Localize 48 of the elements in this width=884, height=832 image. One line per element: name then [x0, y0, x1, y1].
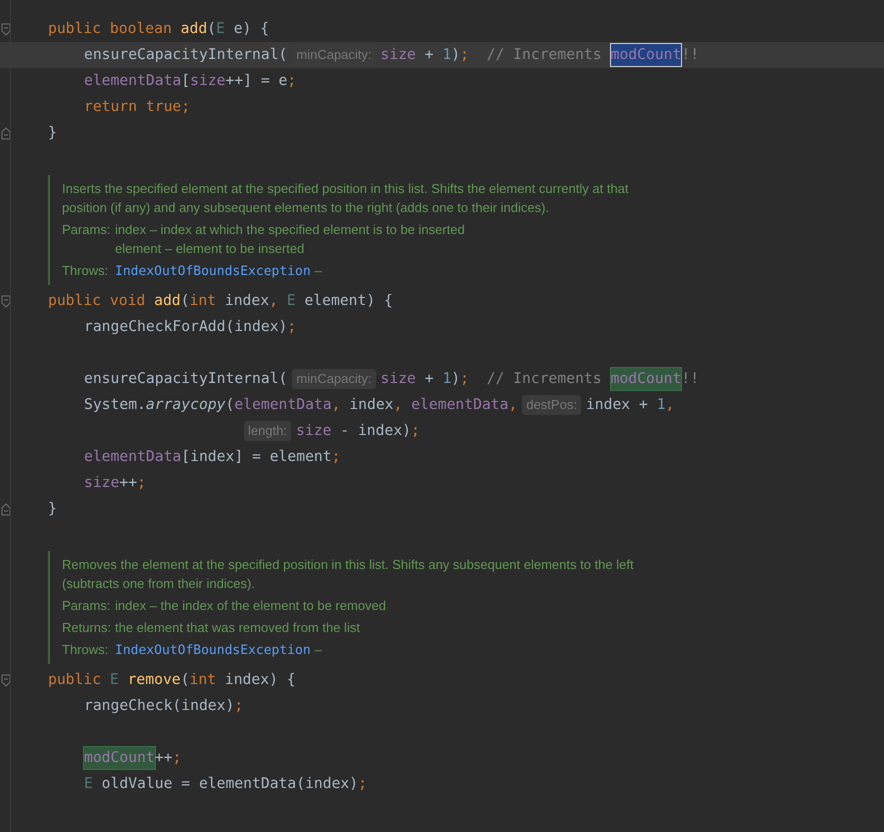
- code-text: rangeCheckForAdd(index);: [84, 316, 296, 337]
- code-text: return true;: [84, 96, 190, 117]
- code-text: rangeCheck(index);: [84, 696, 244, 716]
- doc-tag-label: Throws:: [62, 641, 110, 659]
- code-text: public E remove(int index) {: [48, 670, 296, 690]
- code-text: elementData[size++] = e;: [84, 70, 296, 91]
- doc-tag-label: Params:: [62, 221, 111, 239]
- code-text: public boolean add(E e) {: [48, 18, 270, 39]
- code-text: index + 1,: [586, 394, 674, 415]
- highlighted-identifier: modCount: [84, 746, 155, 769]
- doc-text: element – element to be inserted: [115, 240, 304, 258]
- doc-link[interactable]: IndexOutOfBoundsException: [115, 641, 311, 660]
- doc-tag-label: Throws:: [62, 262, 110, 280]
- doc-text: –: [314, 641, 322, 659]
- parameter-hint: length:: [244, 420, 292, 441]
- doc-link[interactable]: IndexOutOfBoundsException: [115, 262, 311, 281]
- doc-text: index – the index of the element to be removed: [115, 597, 386, 615]
- code-text: }: [48, 498, 57, 519]
- code-text: size + 1); // Increments: [380, 44, 602, 65]
- fold-icon[interactable]: [1, 674, 11, 686]
- code-text: size + 1); // Increments: [380, 368, 602, 389]
- doc-description: Inserts the specified element at the specified position in this list. Shifts the element currently at that position (if any) and any subsequent elements to the right (adds one to their indices).: [62, 180, 630, 217]
- highlighted-identifier: modCount: [610, 368, 682, 390]
- fold-end-icon[interactable]: [1, 126, 11, 140]
- fold-icon[interactable]: [1, 22, 11, 36]
- code-text: elementData[index] = element;: [84, 446, 340, 467]
- code-text: public void add(int index, E element) {: [48, 290, 393, 311]
- code-text: !!: [681, 44, 700, 65]
- code-text: ++;: [154, 748, 182, 768]
- fold-end-icon[interactable]: [1, 502, 11, 516]
- parameter-hint: minCapacity:: [292, 368, 376, 389]
- code-text: E oldValue = elementData(index);: [84, 774, 367, 794]
- doc-tag-label: Params:: [62, 597, 111, 615]
- code-text: !!: [681, 368, 700, 389]
- code-text: }: [48, 122, 57, 143]
- parameter-hint: destPos:: [522, 394, 581, 415]
- doc-text: index – index at which the specified element is to be inserted: [115, 221, 465, 239]
- code-text: ensureCapacityInternal(: [84, 44, 288, 65]
- code-text: size++;: [84, 472, 146, 493]
- doc-tag-label: Returns:: [62, 619, 111, 637]
- highlighted-identifier: modCount: [610, 44, 682, 66]
- code-text: ensureCapacityInternal(: [84, 368, 288, 389]
- doc-text: –: [314, 262, 322, 280]
- code-text: size - index);: [296, 420, 420, 441]
- code-text: System.arraycopy(elementData, index, elementData,: [84, 394, 518, 415]
- doc-text: the element that was removed from the list: [115, 619, 360, 637]
- doc-description: Removes the element at the specified position in this list. Shifts any subsequent elements to the left (subtracts one from their indices).: [62, 556, 635, 593]
- fold-icon[interactable]: [1, 294, 11, 308]
